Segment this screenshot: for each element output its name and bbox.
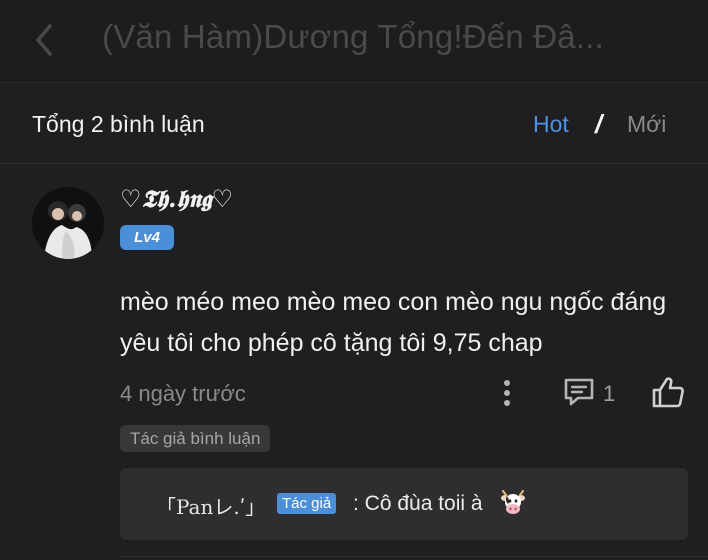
divider [120, 556, 708, 557]
sort-separator: / [595, 109, 603, 139]
sort-new-tab[interactable]: Mới [627, 111, 666, 138]
reply-author[interactable]: 「Panレ.ʹ」 [156, 491, 265, 520]
reply-icon[interactable] [562, 376, 596, 408]
reply-preview[interactable]: 「Panレ.ʹ」 Tác giả : Cô đùa toii à [120, 468, 688, 540]
comments-header: Tổng 2 bình luận Hot / Mới [0, 83, 708, 164]
comment-timestamp: 4 ngày trước [120, 381, 246, 406]
level-badge: Lv4 [120, 225, 174, 250]
reply-text: : Cô đùa toii à [353, 492, 483, 515]
like-icon[interactable] [650, 375, 686, 409]
back-icon[interactable] [30, 20, 58, 60]
sort-hot-tab[interactable]: Hot [533, 111, 569, 138]
cow-emoji-icon [501, 490, 525, 514]
avatar[interactable] [32, 187, 104, 259]
comment-text: mèo méo meo mèo meo con mèo ngu ngốc đán… [120, 288, 667, 357]
page-title: (Văn Hàm)Dương Tổng!Đến Đâ... [102, 18, 604, 55]
reply-count: 1 [603, 381, 616, 406]
author-comment-tag: Tác giả bình luận [120, 425, 271, 452]
username[interactable]: ♡𝕿𝖍.𝖍𝖓𝖌♡ [120, 184, 233, 213]
author-badge: Tác giả [277, 493, 337, 514]
comment-total: Tổng 2 bình luận [32, 111, 205, 137]
more-icon[interactable] [500, 377, 514, 409]
top-bar: (Văn Hàm)Dương Tổng!Đến Đâ... [0, 0, 708, 83]
